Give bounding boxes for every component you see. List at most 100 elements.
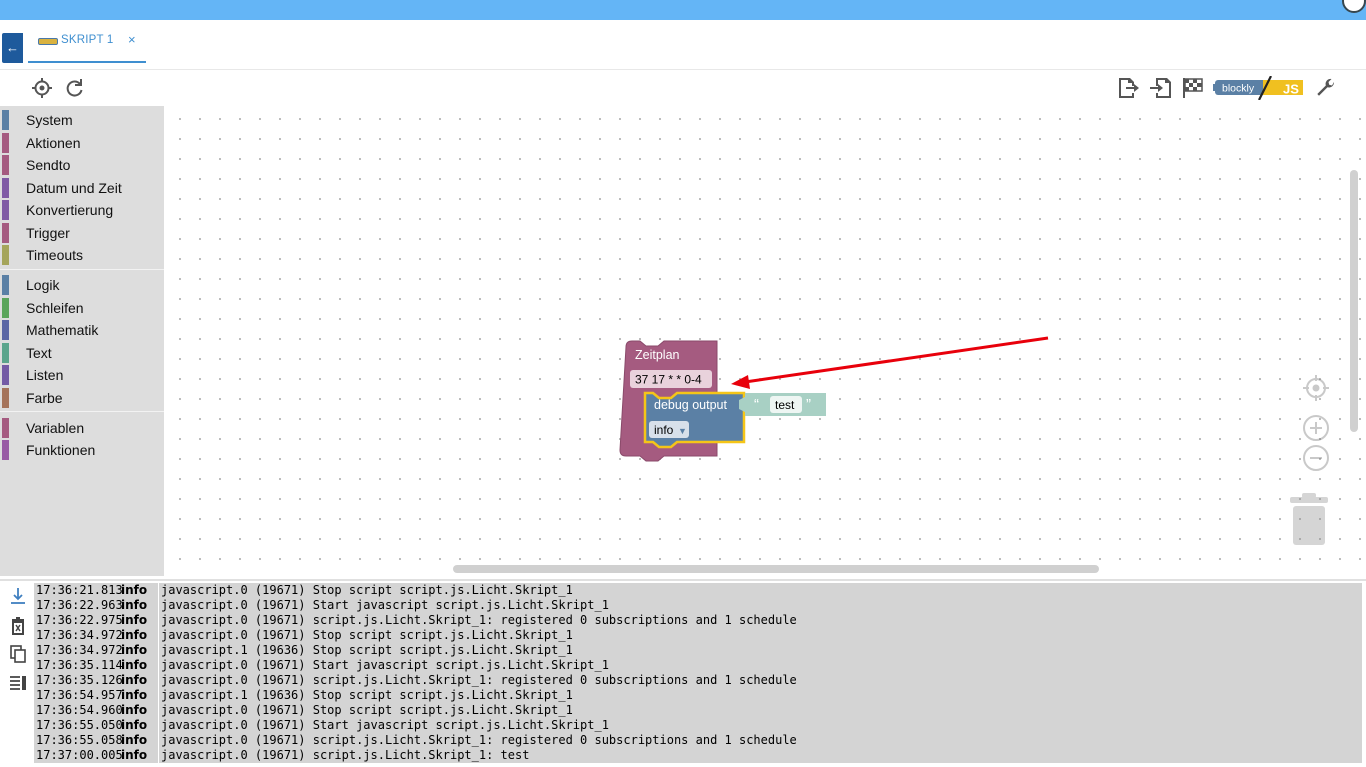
log-severity: info: [121, 628, 148, 642]
editor-toolbar: blockly JS: [0, 71, 1366, 105]
export-icon[interactable]: [1116, 76, 1140, 100]
category-label: Sendto: [26, 157, 71, 173]
log-message: javascript.0 (19671) Start javascript sc…: [158, 658, 609, 673]
category-color-bar: [2, 320, 9, 340]
category-label: System: [26, 112, 73, 128]
checkered-flag-icon[interactable]: [1181, 76, 1205, 100]
log-row: 17:36:34.972info javascript.1 (19636) Sto…: [34, 643, 1362, 658]
toolbox-category-funktionen[interactable]: Funktionen: [0, 438, 164, 460]
category-color-bar: [2, 342, 9, 363]
tab-bar: ← SKRIPT 1 ×: [0, 20, 1366, 70]
log-severity: info: [121, 703, 148, 717]
copy-icon[interactable]: [8, 644, 28, 664]
log-message: javascript.1 (19636) Stop script script.…: [158, 688, 573, 703]
toolbox-category-sendto[interactable]: Sendto: [0, 153, 164, 175]
category-label: Timeouts: [26, 247, 84, 263]
log-row: 17:36:34.972info javascript.0 (19671) Sto…: [34, 628, 1362, 643]
toolbox-category-timeouts[interactable]: Timeouts: [0, 243, 164, 265]
toolbox-separator: [0, 268, 164, 270]
category-label: Aktionen: [26, 134, 81, 151]
log-timestamp: 17:36:54.957: [36, 688, 123, 702]
toolbox-category-text[interactable]: Text: [0, 341, 164, 363]
refresh-icon[interactable]: [62, 76, 86, 100]
toolbox-category-aktionen[interactable]: Aktionen: [0, 131, 164, 153]
toolbox-category-konvertierung[interactable]: Konvertierung: [0, 198, 164, 220]
log-row: 17:36:35.114info javascript.0 (19671) Sta…: [34, 658, 1362, 673]
log-severity: info: [121, 613, 148, 627]
blockly-workspace[interactable]: [164, 106, 1364, 576]
log-timestamp: 17:36:22.975: [36, 613, 123, 627]
log-severity: info: [121, 718, 148, 732]
category-label: Text: [26, 344, 52, 361]
back-button[interactable]: ←: [2, 33, 23, 63]
log-severity: info: [121, 748, 148, 762]
scroll-down-icon[interactable]: [8, 586, 28, 606]
toolbox-category-datum-und-zeit[interactable]: Datum und Zeit: [0, 176, 164, 198]
log-message: javascript.0 (19671) Stop script script.…: [158, 628, 573, 643]
category-color-bar: [2, 275, 9, 295]
category-label: Datum und Zeit: [26, 179, 122, 196]
wrench-icon[interactable]: [1314, 76, 1338, 100]
log-message: javascript.0 (19671) Start javascript sc…: [158, 718, 609, 733]
category-color-bar: [2, 132, 9, 153]
log-row: 17:36:35.126info javascript.0 (19671) scr…: [34, 673, 1362, 688]
locate-icon[interactable]: [30, 76, 54, 100]
tab-script[interactable]: SKRIPT 1 ×: [28, 22, 146, 63]
log-severity: info: [121, 673, 148, 687]
block-toolbox: System Aktionen Sendto Datum und Zeit Konver…: [0, 106, 164, 576]
log-message: javascript.0 (19671) Stop script script.…: [158, 703, 573, 718]
toolbox-category-listen[interactable]: Listen: [0, 363, 164, 385]
log-timestamp: 17:36:35.126: [36, 673, 123, 687]
log-severity: info: [121, 598, 148, 612]
log-message: javascript.0 (19671) script.js.Licht.Skr…: [158, 613, 797, 628]
tab-close-icon[interactable]: ×: [128, 32, 136, 47]
toolbox-category-mathematik[interactable]: Mathematik: [0, 318, 164, 340]
log-row: 17:36:22.975info javascript.0 (19671) scr…: [34, 613, 1362, 628]
toolbox-category-schleifen[interactable]: Schleifen: [0, 296, 164, 318]
toolbox-category-trigger[interactable]: Trigger: [0, 221, 164, 243]
account-icon[interactable]: [1342, 0, 1366, 13]
category-color-bar: [2, 110, 9, 130]
log-timestamp: 17:36:34.972: [36, 628, 123, 642]
category-color-bar: [2, 245, 9, 265]
log-severity: info: [121, 583, 148, 597]
category-label: Farbe: [26, 389, 63, 406]
log-row: 17:36:54.957info javascript.1 (19636) Sto…: [34, 688, 1362, 703]
clear-log-icon[interactable]: [8, 616, 28, 636]
import-icon[interactable]: [1149, 76, 1173, 100]
log-row: 17:37:00.005info javascript.0 (19671) scr…: [34, 748, 1362, 763]
log-timestamp: 17:36:54.960: [36, 703, 123, 717]
toolbox-category-farbe[interactable]: Farbe: [0, 386, 164, 408]
log-message: javascript.0 (19671) script.js.Licht.Skr…: [158, 733, 797, 748]
log-timestamp: 17:36:55.050: [36, 718, 123, 732]
category-color-bar: [2, 440, 9, 460]
horizontal-scrollbar[interactable]: [453, 565, 1099, 573]
category-label: Funktionen: [26, 442, 96, 458]
category-color-bar: [2, 177, 9, 198]
log-timestamp: 17:36:34.972: [36, 643, 123, 657]
log-timestamp: 17:37:00.005: [36, 748, 123, 762]
toolbox-category-logik[interactable]: Logik: [0, 273, 164, 295]
log-message: javascript.0 (19671) Stop script script.…: [158, 583, 573, 598]
log-row: 17:36:21.813info javascript.0 (19671) Sto…: [34, 583, 1362, 598]
category-label: Logik: [26, 277, 60, 293]
category-label: Variablen: [26, 419, 85, 436]
log-row: 17:36:55.050info javascript.0 (19671) Sta…: [34, 718, 1362, 733]
category-label: Trigger: [26, 224, 70, 241]
log-message: javascript.0 (19671) Start javascript sc…: [158, 598, 609, 613]
wrap-icon[interactable]: [8, 673, 28, 693]
log-severity: info: [121, 643, 148, 657]
log-row: 17:36:54.960info javascript.0 (19671) Sto…: [34, 703, 1362, 718]
log-message: javascript.1 (19636) Stop script script.…: [158, 643, 573, 658]
log-panel: 17:36:21.813info javascript.0 (19671) Sto…: [0, 579, 1366, 767]
toolbox-category-system[interactable]: System: [0, 108, 164, 130]
toolbox-category-variablen[interactable]: Variablen: [0, 416, 164, 438]
blockly-js-toggle[interactable]: blockly JS: [1213, 76, 1305, 100]
category-color-bar: [2, 297, 9, 318]
category-color-bar: [2, 387, 9, 408]
app-header-bar: [0, 0, 1366, 20]
log-severity: info: [121, 658, 148, 672]
category-label: Schleifen: [26, 299, 84, 316]
vertical-scrollbar[interactable]: [1350, 170, 1358, 432]
toolbox-separator: [0, 411, 164, 412]
